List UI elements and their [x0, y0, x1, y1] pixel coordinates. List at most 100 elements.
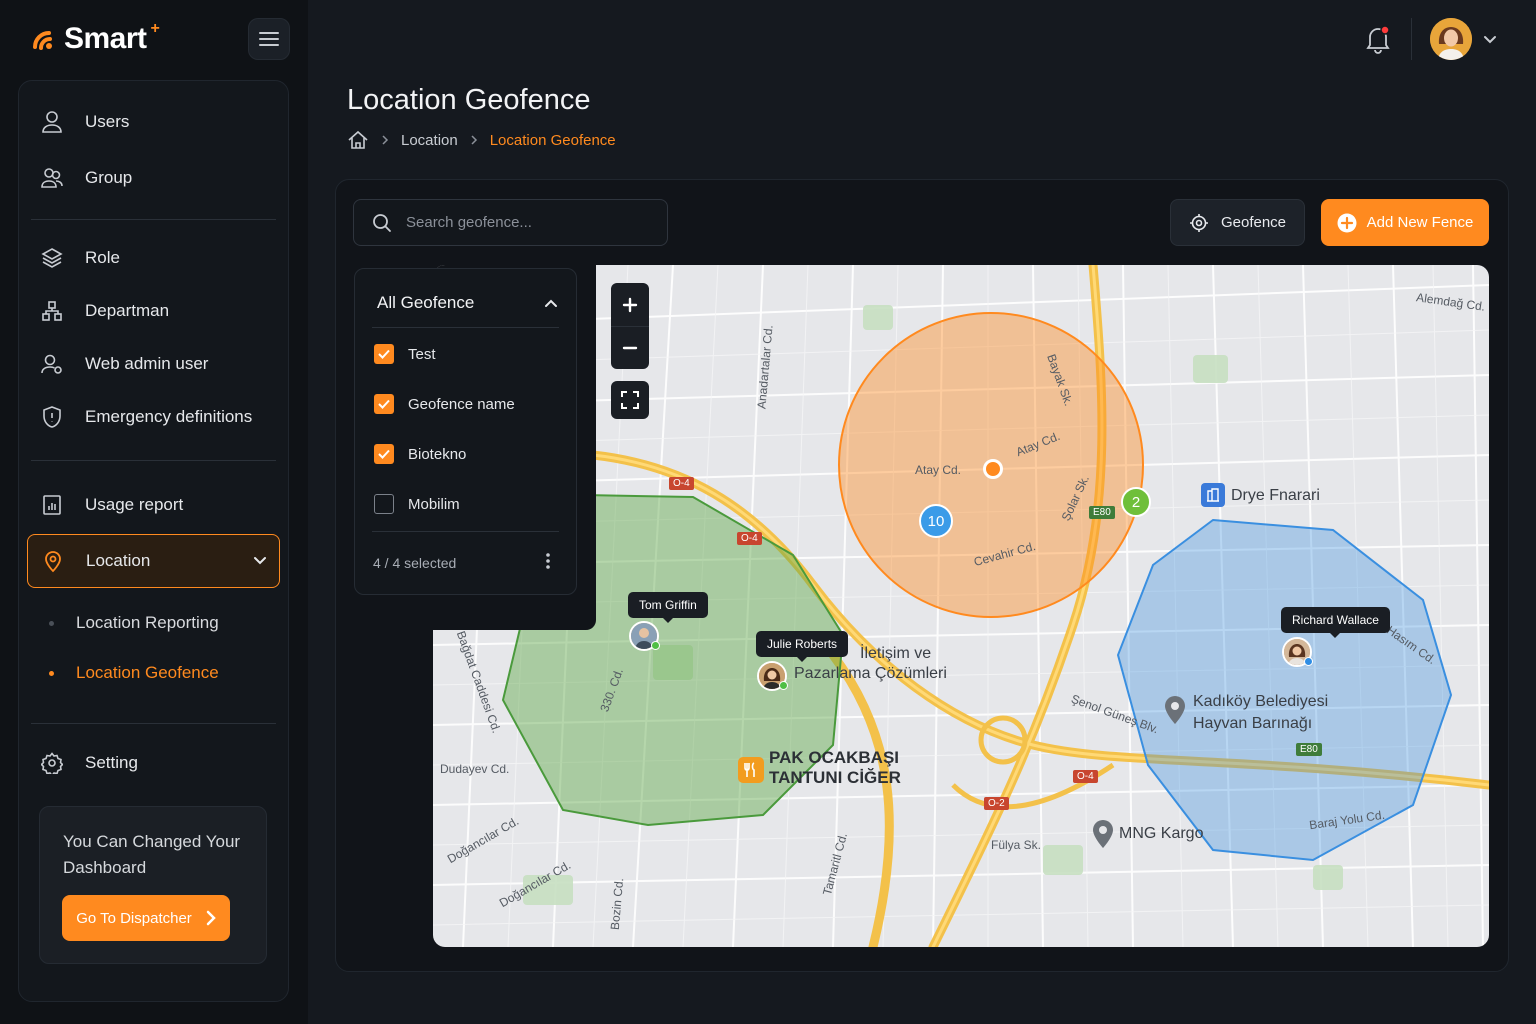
gear-icon: [41, 752, 63, 774]
breadcrumb: Location Location Geofence: [347, 130, 616, 150]
zoom-out-button[interactable]: [611, 326, 649, 369]
chevron-right-icon: [471, 135, 477, 145]
breadcrumb-location[interactable]: Location: [401, 132, 458, 149]
user-icon: [42, 111, 62, 133]
more-options-button[interactable]: [545, 552, 551, 575]
status-dot: [779, 681, 788, 690]
filter-option-biotekno[interactable]: Biotekno: [374, 444, 466, 464]
signal-logo-icon: [33, 31, 52, 50]
sidebar-subitem-location-reporting[interactable]: Location Reporting: [49, 613, 219, 633]
checkbox-checked[interactable]: [374, 394, 394, 414]
user-tooltip: Julie Roberts: [756, 631, 849, 662]
zoom-in-button[interactable]: [611, 283, 649, 326]
checkbox-unchecked[interactable]: [374, 494, 394, 514]
sidebar-item-web-admin-user[interactable]: Web admin user: [27, 339, 280, 389]
filter-option-label: Test: [408, 345, 436, 363]
building-marker[interactable]: [1201, 483, 1225, 507]
geofence-center-marker[interactable]: [983, 459, 1003, 479]
promo-text: You Can Changed Your Dashboard: [63, 832, 241, 877]
notification-bell[interactable]: [1364, 24, 1392, 59]
page-title: Location Geofence: [347, 84, 591, 116]
plus-icon: [622, 297, 638, 312]
sidebar-item-setting[interactable]: Setting: [27, 738, 280, 788]
filter-option-geofence-name[interactable]: Geofence name: [374, 394, 515, 414]
checkbox-checked[interactable]: [374, 444, 394, 464]
add-new-fence-button[interactable]: Add New Fence: [1321, 199, 1489, 246]
map-view[interactable]: Atay Cd. Atay Cd. Cevahir Cd. Bayak Sk. …: [433, 265, 1489, 947]
user-tooltip: Tom Griffin: [628, 592, 708, 623]
chevron-up-icon[interactable]: [544, 298, 558, 308]
sidebar-item-location[interactable]: Location: [27, 534, 280, 588]
sidebar-item-departman[interactable]: Departman: [27, 286, 280, 336]
filter-option-test[interactable]: Test: [374, 344, 436, 364]
go-to-dispatcher-label: Go To Dispatcher: [76, 909, 192, 927]
geofence-filter-panel: All Geofence Test Geofence name Biotekno…: [354, 268, 577, 595]
filter-option-mobilim[interactable]: Mobilim: [374, 494, 460, 514]
place-label: MNG Kargo: [1119, 825, 1204, 842]
logo[interactable]: Smart +: [32, 20, 160, 56]
menu-toggle-button[interactable]: [248, 18, 290, 60]
street-label: Atay Cd.: [915, 463, 962, 477]
place-pin[interactable]: [1091, 817, 1115, 854]
cluster-marker[interactable]: 10: [919, 504, 953, 538]
cluster-marker[interactable]: 2: [1121, 487, 1151, 517]
shield-icon: [43, 406, 61, 428]
profile-menu-chevron[interactable]: [1483, 32, 1497, 50]
hamburger-icon: [259, 32, 279, 46]
street-label: Dudayev Cd.: [440, 762, 510, 776]
sidebar-item-label: Web admin user: [85, 354, 209, 373]
user-avatar[interactable]: [1430, 18, 1472, 60]
sidebar-subitem-location-geofence[interactable]: Location Geofence: [49, 663, 219, 683]
restaurant-marker[interactable]: [738, 757, 764, 783]
checkbox-checked[interactable]: [374, 344, 394, 364]
breadcrumb-current: Location Geofence: [489, 131, 616, 149]
home-icon[interactable]: [347, 130, 369, 150]
check-icon: [378, 449, 390, 459]
search-input[interactable]: [406, 214, 646, 231]
chevron-right-icon: [206, 910, 216, 926]
chevron-down-icon[interactable]: [253, 556, 267, 566]
search-box[interactable]: [353, 199, 668, 246]
avatar-portrait-icon: [1430, 18, 1472, 60]
geofence-button[interactable]: Geofence: [1170, 199, 1305, 246]
filter-option-label: Biotekno: [408, 445, 467, 463]
sidebar-item-label: Setting: [85, 753, 138, 772]
place-label: Kadıköy Belediyesi: [1193, 693, 1329, 710]
sidebar-item-users[interactable]: Users: [27, 97, 280, 147]
bullet-dot: [49, 620, 54, 626]
sidebar-item-emergency-definitions[interactable]: Emergency definitions: [27, 392, 280, 442]
place-pin[interactable]: [1163, 693, 1187, 730]
fullscreen-button[interactable]: [611, 381, 649, 419]
sidebar-item-label: Emergency definitions: [85, 407, 253, 426]
go-to-dispatcher-button[interactable]: Go To Dispatcher: [62, 895, 230, 941]
sidebar-item-role[interactable]: Role: [27, 233, 280, 283]
sidebar-item-label: Usage report: [85, 495, 184, 514]
map-pin-icon: [45, 551, 61, 573]
place-label: TANTUNI CİĞER: [769, 768, 901, 787]
filter-divider: [372, 327, 559, 328]
sidebar-item-group[interactable]: Group: [27, 153, 280, 203]
sidebar-item-usage-report[interactable]: Usage report: [27, 480, 280, 530]
place-label: Pazarlama Çözümleri: [794, 665, 947, 682]
filter-title[interactable]: All Geofence: [377, 293, 474, 313]
nav-divider: [31, 460, 276, 461]
minus-icon: [622, 346, 638, 350]
users-icon: [41, 168, 63, 188]
user-tooltip: Richard Wallace: [1281, 607, 1390, 638]
fork-knife-icon: [744, 762, 755, 777]
sidebar-item-label: Group: [85, 168, 133, 187]
building-icon: [1207, 488, 1219, 502]
place-label: Hayvan Barınağı: [1193, 715, 1313, 732]
target-icon: [1189, 213, 1208, 232]
header-divider: [1411, 18, 1412, 60]
check-icon: [378, 349, 390, 359]
dispatcher-promo-card: You Can Changed Your Dashboard Go To Dis…: [39, 806, 267, 964]
place-label: İletişim ve: [860, 645, 932, 662]
admin-user-icon: [41, 354, 62, 374]
search-icon: [373, 213, 391, 232]
road-badge: O-2: [984, 797, 1009, 810]
kebab-menu-icon: [546, 553, 550, 569]
sidebar: Smart + Users Group Role Departman Web a…: [0, 0, 308, 1024]
filter-option-label: Mobilim: [408, 495, 460, 513]
road-badge: E80: [1296, 743, 1322, 756]
